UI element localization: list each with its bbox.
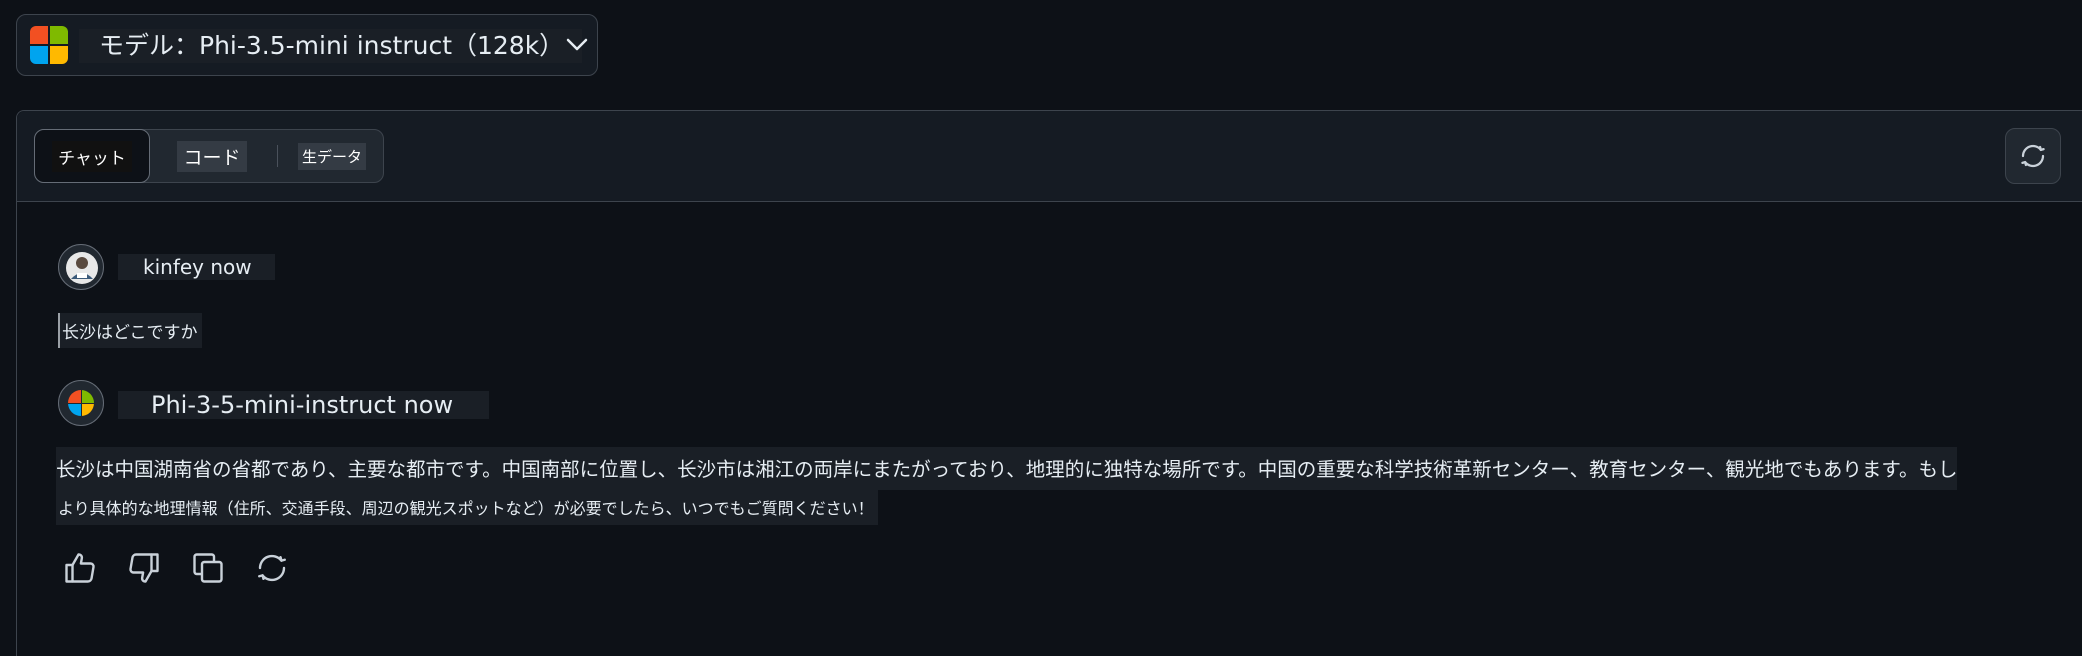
refresh-icon xyxy=(2021,144,2045,168)
assistant-avatar xyxy=(58,380,104,426)
tab-code-label: コード xyxy=(177,140,247,172)
reset-chat-button[interactable] xyxy=(2005,128,2061,184)
assistant-message-line-1: 长沙は中国湖南省の省都であり、主要な都市です。中国南部に位置し、长沙市は湘江の両… xyxy=(56,447,1958,490)
tab-code[interactable]: コード xyxy=(172,130,252,182)
assistant-message-line-2: より具体的な地理情報（住所、交通手段、周辺の観光スポットなど）が必要でしたら、い… xyxy=(56,489,878,525)
model-picker[interactable]: モデル：Phi-3.5-mini instruct（128k） xyxy=(16,14,598,76)
tab-raw-data[interactable]: 生データ xyxy=(297,130,367,182)
tab-chat[interactable]: チャット xyxy=(34,129,150,183)
playground-panel: チャット コード 生データ xyxy=(16,110,2082,656)
chevron-down-icon[interactable] xyxy=(565,33,589,57)
microsoft-logo-icon xyxy=(68,390,94,416)
tab-divider xyxy=(277,145,278,167)
tab-chat-label: チャット xyxy=(52,140,132,172)
user-photo-icon xyxy=(66,252,98,284)
assistant-name: Phi-3-5-mini-instruct now xyxy=(118,391,490,419)
regenerate-icon[interactable] xyxy=(254,550,290,586)
model-picker-label: モデル：Phi-3.5-mini instruct（128k） xyxy=(79,29,583,63)
copy-icon[interactable] xyxy=(190,550,226,586)
tab-raw-data-label: 生データ xyxy=(297,142,366,170)
microsoft-logo-icon xyxy=(30,26,68,64)
user-message: 长沙はどこですか xyxy=(58,313,202,348)
thumbs-down-icon[interactable] xyxy=(126,550,162,586)
user-avatar xyxy=(58,244,104,290)
panel-header: チャット コード 生データ xyxy=(17,111,2082,202)
user-name: kinfey now xyxy=(118,254,275,280)
thumbs-up-icon[interactable] xyxy=(62,550,98,586)
view-tabs: チャット コード 生データ xyxy=(34,129,384,183)
